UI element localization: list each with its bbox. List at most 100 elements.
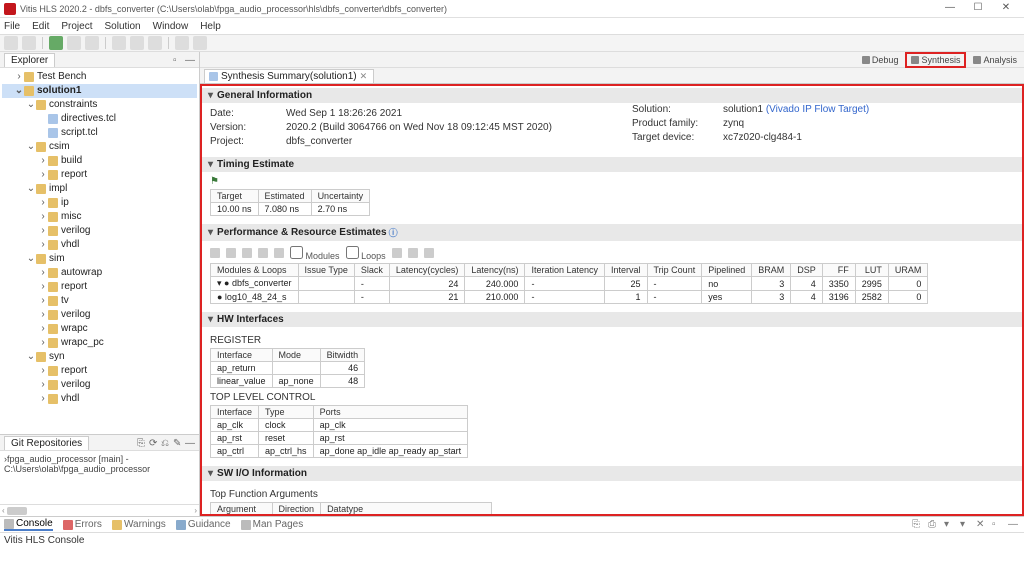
register-title: REGISTER [210,335,1014,346]
tree-node[interactable]: ›tv [2,294,197,308]
toolbar-button[interactable] [130,36,144,50]
report-tab[interactable]: Synthesis Summary(solution1) ✕ [204,69,374,83]
close-button[interactable]: ✕ [992,1,1020,17]
tree-node[interactable]: ›report [2,364,197,378]
section-sw[interactable]: ▾SW I/O Information [202,466,1022,481]
minimize-button[interactable]: — [936,1,964,17]
console-btn[interactable]: ▾ [944,519,956,531]
toolbar-button[interactable] [175,36,189,50]
git-tb-icon[interactable]: ✎ [173,438,183,448]
perf-tb-icon[interactable] [258,248,268,258]
toolbar-button[interactable] [22,36,36,50]
perf-tb-icon[interactable] [274,248,284,258]
perf-tb-icon[interactable] [392,248,402,258]
left-column: Explorer ▫— ›Test Bench ⌄solution1 ⌄cons… [0,52,200,516]
menu-solution[interactable]: Solution [104,21,140,32]
perf-tb-icon[interactable] [424,248,434,258]
error-icon [63,520,73,530]
close-tab-icon[interactable]: ✕ [360,71,368,82]
console-btn[interactable]: — [1008,519,1020,531]
section-perf[interactable]: ▾Performance & Resource Estimates ⓘ [202,224,1022,241]
toolbar-button[interactable] [148,36,162,50]
tab-console[interactable]: Console [4,518,53,531]
tree-node[interactable]: ›verilog [2,224,197,238]
perf-tb-icon[interactable] [242,248,252,258]
toolbar-button[interactable] [112,36,126,50]
toolbar-button[interactable] [67,36,81,50]
toolbar-button[interactable] [193,36,207,50]
console-btn[interactable]: ✕ [976,519,988,531]
section-timing[interactable]: ▾Timing Estimate [202,157,1022,172]
section-general[interactable]: ▾General Information [202,88,1022,103]
tree-node[interactable]: ›vhdl [2,392,197,406]
menu-project[interactable]: Project [61,21,92,32]
tree-node[interactable]: ›build [2,154,197,168]
menu-bar: File Edit Project Solution Window Help [0,18,1024,34]
console-btn[interactable]: ▫ [992,519,1004,531]
git-body: ›fpga_audio_processor [main] - C:\Users\… [0,451,199,477]
git-tb-icon[interactable]: ⟳ [149,438,159,448]
git-tb-icon[interactable]: ⎘ [137,438,147,448]
tree-node-csim[interactable]: ⌄csim [2,140,197,154]
modules-checkbox[interactable] [290,246,303,259]
tree-node[interactable]: ›verilog [2,308,197,322]
bug-icon [862,56,870,64]
console-btn[interactable]: ⎙ [928,519,940,531]
tree-node[interactable]: ›wrapc_pc [2,336,197,350]
git-repo-node[interactable]: ›fpga_audio_processor [main] - C:\Users\… [4,454,195,474]
tree-node-sim[interactable]: ⌄sim [2,252,197,266]
tree-node-testbench[interactable]: ›Test Bench [2,70,197,84]
tab-man[interactable]: Man Pages [241,519,304,530]
tree-node-constraints[interactable]: ⌄constraints [2,98,197,112]
persp-analysis[interactable]: Analysis [968,53,1022,67]
persp-synthesis[interactable]: Synthesis [905,52,966,68]
menu-edit[interactable]: Edit [32,21,49,32]
menu-help[interactable]: Help [200,21,221,32]
tree-node[interactable]: ›misc [2,210,197,224]
tree-node[interactable]: ›wrapc [2,322,197,336]
tree-node[interactable]: ›vhdl [2,238,197,252]
menu-file[interactable]: File [4,21,20,32]
git-tb-icon[interactable]: ⎌ [161,438,171,448]
console-icon [4,519,14,529]
tab-errors[interactable]: Errors [63,519,102,530]
info-icon[interactable]: ⓘ [389,226,398,239]
loops-checkbox[interactable] [346,246,359,259]
h-scrollbar[interactable]: ‹› [0,504,199,516]
run-button[interactable] [49,36,63,50]
guidance-icon [176,520,186,530]
console-btn[interactable]: ⎘ [912,519,924,531]
tree-node-solution1[interactable]: ⌄solution1 [2,84,197,98]
perf-tb-icon[interactable] [226,248,236,258]
flow-target-link[interactable]: (Vivado IP Flow Target) [766,104,869,115]
collapse-icon[interactable]: ▫ [173,55,183,65]
tab-guidance[interactable]: Guidance [176,519,231,530]
tree-node[interactable]: ›report [2,280,197,294]
tree-node-script[interactable]: script.tcl [2,126,197,140]
man-icon [241,520,251,530]
tree-node[interactable]: ›ip [2,196,197,210]
main-toolbar [0,34,1024,52]
console-btn[interactable]: ▾ [960,519,972,531]
explorer-tab[interactable]: Explorer [4,53,55,67]
menu-window[interactable]: Window [153,21,189,32]
tree-node[interactable]: ›autowrap [2,266,197,280]
tree-node-directives[interactable]: directives.tcl [2,112,197,126]
perf-tb-icon[interactable] [210,248,220,258]
tree-node-syn[interactable]: ⌄syn [2,350,197,364]
title-bar: Vitis HLS 2020.2 - dbfs_converter (C:\Us… [0,0,1024,18]
toolbar-button[interactable] [4,36,18,50]
section-hw[interactable]: ▾HW Interfaces [202,312,1022,327]
tree-node[interactable]: ›verilog [2,378,197,392]
minimize-icon[interactable]: — [185,55,195,65]
tree-node-impl[interactable]: ⌄impl [2,182,197,196]
tab-warnings[interactable]: Warnings [112,519,166,530]
maximize-button[interactable]: ☐ [964,1,992,17]
tree-node[interactable]: ›report [2,168,197,182]
persp-debug[interactable]: Debug [857,53,904,67]
toolbar-button[interactable] [85,36,99,50]
perf-tb-icon[interactable] [408,248,418,258]
minimize-icon[interactable]: — [185,438,195,448]
explorer-header: Explorer ▫— [0,52,199,68]
git-tab[interactable]: Git Repositories [4,436,89,450]
